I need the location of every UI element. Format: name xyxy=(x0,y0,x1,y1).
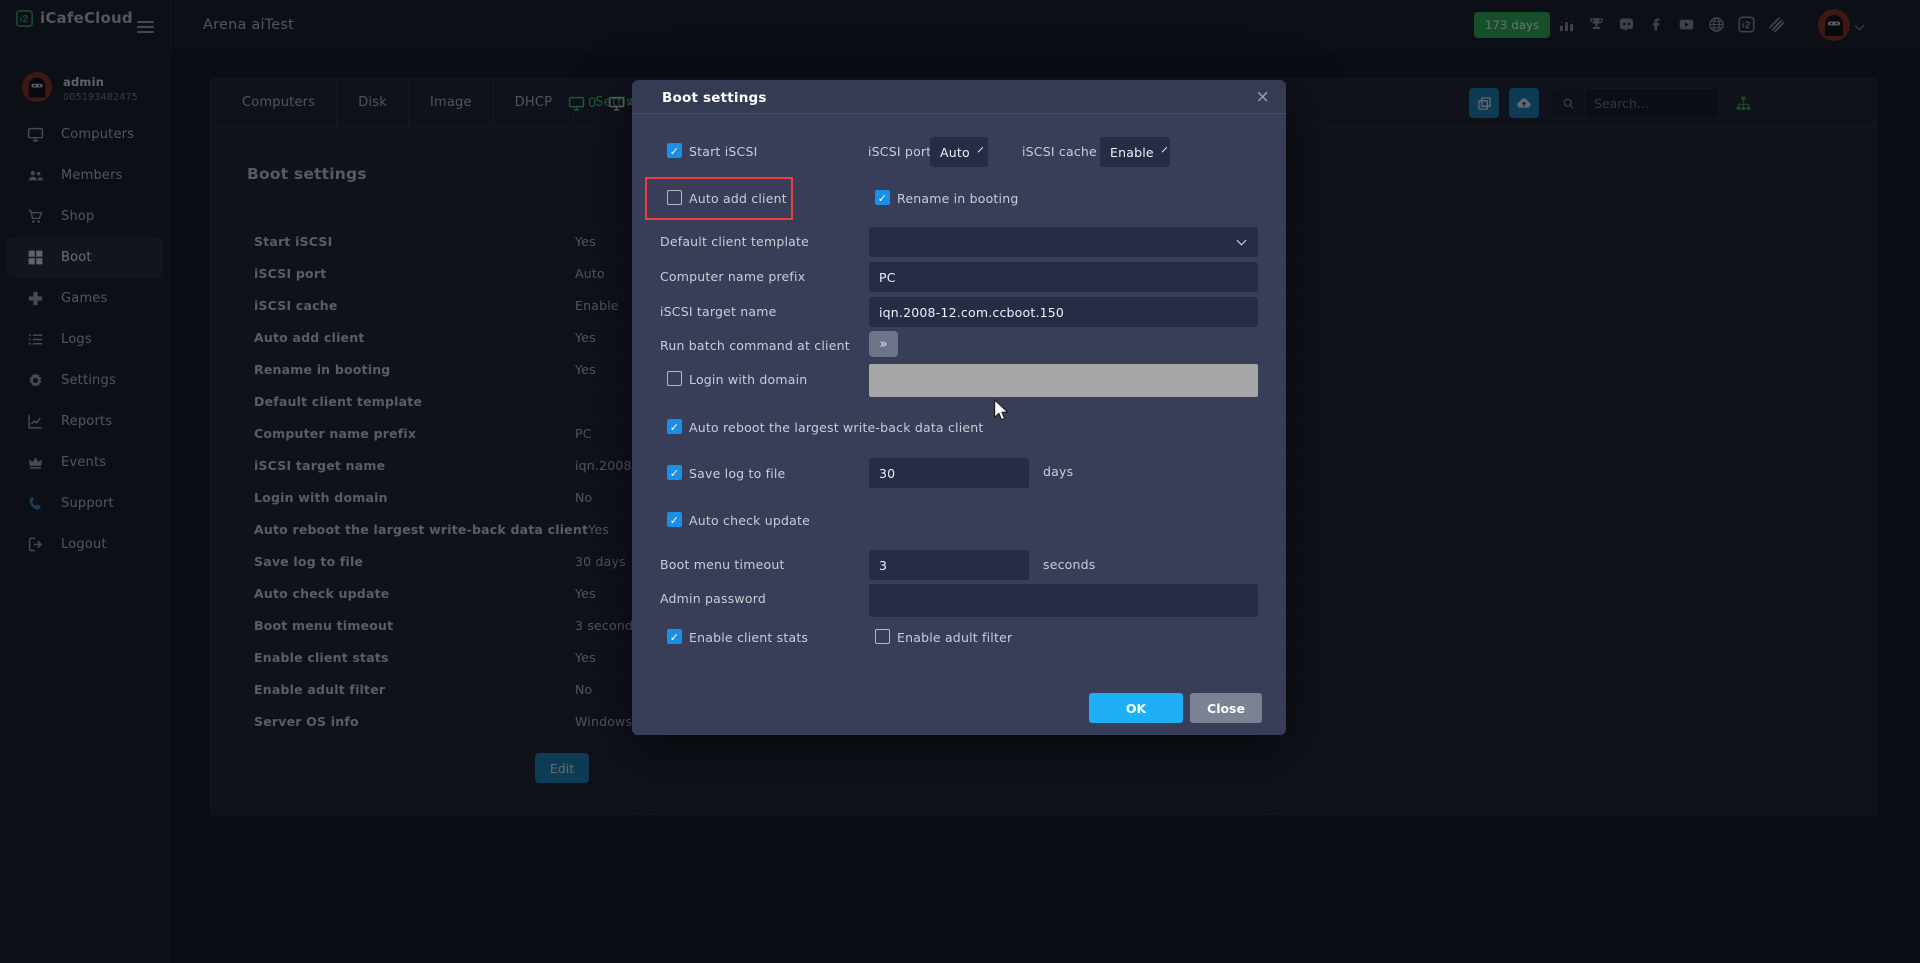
start-iscsi-label: Start iSCSI xyxy=(689,144,757,159)
run-batch-label: Run batch command at client xyxy=(660,338,850,353)
enable-client-stats-checkbox[interactable] xyxy=(667,629,682,644)
login-with-domain-checkbox[interactable] xyxy=(667,371,682,386)
default-client-template-label: Default client template xyxy=(660,234,809,249)
close-icon[interactable]: × xyxy=(1256,85,1270,109)
boot-menu-timeout-label: Boot menu timeout xyxy=(660,557,785,572)
computer-name-prefix-label: Computer name prefix xyxy=(660,269,805,284)
auto-check-update-checkbox[interactable] xyxy=(667,512,682,527)
enable-adult-filter-label: Enable adult filter xyxy=(897,630,1012,645)
enable-client-stats-label: Enable client stats xyxy=(689,630,808,645)
iscsi-port-select[interactable]: Auto xyxy=(930,137,988,167)
highlight-box xyxy=(645,177,793,220)
iscsi-cache-label: iSCSI cache xyxy=(1022,144,1097,159)
ok-button[interactable]: OK xyxy=(1089,693,1183,723)
run-batch-button[interactable]: » xyxy=(869,331,898,357)
admin-password-input[interactable] xyxy=(869,584,1258,617)
modal-title: Boot settings xyxy=(662,90,767,106)
admin-password-label: Admin password xyxy=(660,591,766,606)
chevron-down-icon xyxy=(1161,146,1167,152)
close-button[interactable]: Close xyxy=(1190,693,1262,723)
auto-check-update-label: Auto check update xyxy=(689,513,810,528)
save-log-days-input[interactable]: 30 xyxy=(869,458,1029,488)
boot-settings-modal: Boot settings × Start iSCSI iSCSI port A… xyxy=(632,80,1286,735)
auto-reboot-checkbox[interactable] xyxy=(667,419,682,434)
save-log-label: Save log to file xyxy=(689,466,785,481)
chevron-down-icon xyxy=(977,146,983,152)
iscsi-port-label: iSCSI port xyxy=(868,144,931,159)
rename-in-booting-label: Rename in booting xyxy=(897,191,1018,206)
rename-in-booting-checkbox[interactable] xyxy=(875,190,890,205)
computer-name-prefix-input[interactable]: PC xyxy=(869,262,1258,292)
boot-menu-timeout-suffix: seconds xyxy=(1043,557,1096,572)
save-log-checkbox[interactable] xyxy=(667,465,682,480)
login-with-domain-label: Login with domain xyxy=(689,372,807,387)
boot-menu-timeout-input[interactable]: 3 xyxy=(869,550,1029,580)
domain-input[interactable] xyxy=(869,364,1258,397)
enable-adult-filter-checkbox[interactable] xyxy=(875,629,890,644)
iscsi-target-name-input[interactable]: iqn.2008-12.com.ccboot.150 xyxy=(869,297,1258,327)
iscsi-cache-select[interactable]: Enable xyxy=(1100,137,1170,167)
app-window: iCafeCloud Arena aiTest 173 days admin 0… xyxy=(0,0,1920,963)
start-iscsi-checkbox[interactable] xyxy=(667,143,682,158)
chevron-down-icon xyxy=(1237,236,1247,246)
auto-reboot-label: Auto reboot the largest write-back data … xyxy=(689,420,983,435)
default-client-template-select[interactable] xyxy=(869,227,1258,257)
iscsi-target-name-label: iSCSI target name xyxy=(660,304,777,319)
save-log-suffix: days xyxy=(1043,464,1073,479)
